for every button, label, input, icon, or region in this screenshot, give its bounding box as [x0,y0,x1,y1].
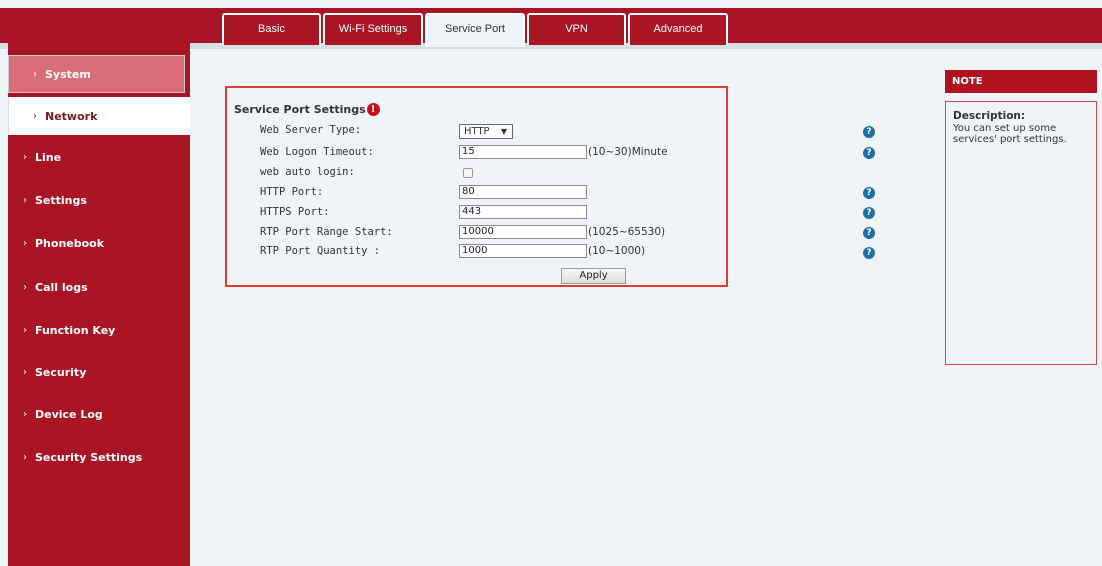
note-body: Description: You can set up some service… [945,101,1097,365]
chevron-right-icon: › [33,68,37,80]
sidebar-item-line[interactable]: › Line [8,138,190,176]
http-port-input[interactable]: 80 [459,185,587,199]
chevron-right-icon: › [23,237,27,249]
sidebar-item-label: Device Log [35,407,103,421]
chevron-right-icon: › [23,281,27,293]
sidebar-item-label: Call logs [35,280,88,294]
chevron-right-icon: › [23,194,27,206]
chevron-right-icon: › [23,451,27,463]
rtp-port-range-start-label: RTP Port Range Start: [260,226,393,238]
web-auto-login-checkbox[interactable] [463,168,473,178]
help-icon[interactable]: ? [863,227,875,239]
chevron-right-icon: › [33,110,37,122]
sidebar-item-label: Network [45,109,98,123]
sidebar-item-label: System [45,67,91,81]
required-icon: ! [366,103,380,116]
note-description-title: Description: [953,110,1026,122]
apply-button[interactable]: Apply [561,268,626,284]
chevron-right-icon: › [23,324,27,336]
sidebar-item-device-log[interactable]: › Device Log [8,395,190,433]
sidebar-item-settings[interactable]: › Settings [8,181,190,219]
help-icon[interactable]: ? [863,126,875,138]
sidebar-item-label: Function Key [35,323,116,337]
tab-advanced[interactable]: Advanced [628,13,728,45]
sidebar-item-call-logs[interactable]: › Call logs [8,268,190,306]
rtp-port-range-start-input[interactable]: 10000 [459,225,587,239]
help-icon[interactable]: ? [863,207,875,219]
sidebar-item-security-settings[interactable]: › Security Settings [8,438,190,476]
tab-label: Basic [258,23,285,35]
sidebar-item-network[interactable]: › Network [8,97,190,135]
web-server-type-select[interactable]: HTTP ▼ [459,124,513,139]
help-icon[interactable]: ? [863,187,875,199]
chevron-right-icon: › [23,366,27,378]
tab-service-port[interactable]: Service Port [425,13,525,47]
https-port-label: HTTPS Port: [260,206,330,218]
tab-label: Wi-Fi Settings [338,23,408,35]
panel-title: Service Port Settings ! [234,103,380,116]
web-logon-timeout-label: Web Logon Timeout: [260,146,374,158]
sidebar-item-label: Security [35,365,87,379]
help-icon[interactable]: ? [863,247,875,259]
note-description: You can set up some services' port setti… [953,123,1067,145]
tab-label: VPN [565,23,588,35]
sidebar-item-function-key[interactable]: › Function Key [8,311,190,349]
panel-title-text: Service Port Settings [234,103,366,116]
help-icon[interactable]: ? [863,147,875,159]
note-header: NOTE [945,70,1097,93]
rtp-port-quantity-input[interactable]: 1000 [459,244,587,258]
chevron-down-icon: ▼ [500,127,507,136]
rtp-port-quantity-label: RTP Port Quantity : [260,245,381,257]
sidebar-item-label: Line [35,150,62,164]
sidebar-item-security[interactable]: › Security [8,353,190,391]
sidebar-item-label: Phonebook [35,236,105,250]
tab-label: Advanced [653,23,703,35]
rtp-port-range-start-unit: (1025~65530) [588,226,666,238]
sidebar-item-system[interactable]: › System [8,55,185,93]
web-logon-timeout-input[interactable]: 15 [459,145,587,159]
web-server-type-value: HTTP [464,126,490,137]
chevron-right-icon: › [23,151,27,163]
tab-wifi-settings[interactable]: Wi-Fi Settings [323,13,423,45]
sidebar-item-phonebook[interactable]: › Phonebook [8,224,190,262]
https-port-input[interactable]: 443 [459,205,587,219]
web-logon-timeout-unit: (10~30)Minute [588,146,668,158]
tab-label: Service Port [445,23,505,35]
web-auto-login-label: web auto login: [260,166,355,178]
rtp-port-quantity-unit: (10~1000) [588,245,646,257]
tab-basic[interactable]: Basic [222,13,321,45]
chevron-right-icon: › [23,408,27,420]
web-server-type-label: Web Server Type: [260,124,362,136]
tab-vpn[interactable]: VPN [527,13,626,45]
http-port-label: HTTP Port: [260,186,324,198]
sidebar-item-label: Settings [35,193,87,207]
sidebar-item-label: Security Settings [35,450,143,464]
